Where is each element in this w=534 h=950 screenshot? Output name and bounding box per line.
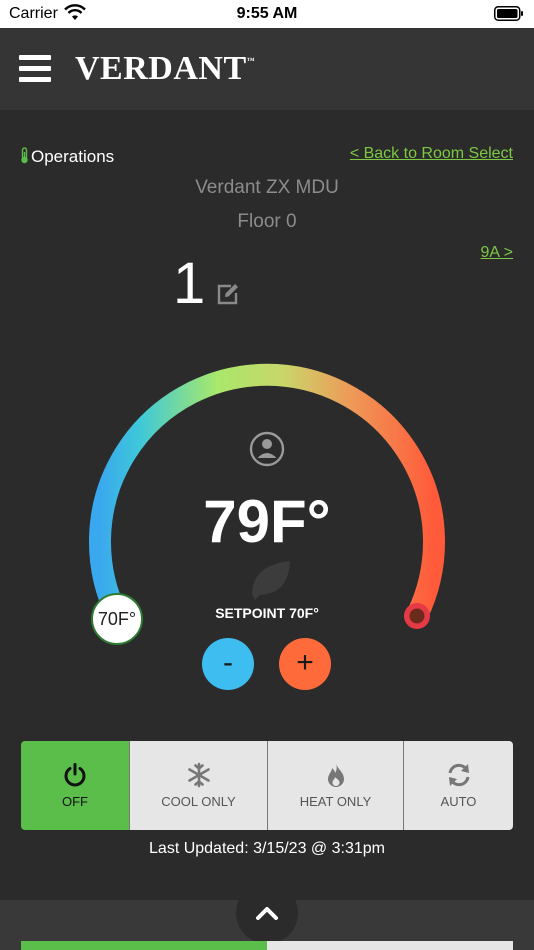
expand-panel-button[interactable]	[236, 882, 298, 944]
mode-auto-button[interactable]: AUTO	[404, 741, 513, 830]
mode-selector: OFF COOL ONLY HEAT ONLY AUTO	[21, 741, 513, 830]
setpoint-knob[interactable]: 70F°	[91, 593, 143, 645]
refresh-icon	[448, 763, 469, 787]
user-icon	[249, 431, 285, 467]
logo-text: VERDANT	[75, 50, 247, 87]
mode-heat-only-button[interactable]: HEAT ONLY	[268, 741, 404, 830]
logo-trademark: ™	[246, 56, 256, 65]
mode-auto-label: AUTO	[440, 794, 477, 809]
clock: 9:55 AM	[236, 5, 298, 22]
increase-setpoint-button[interactable]: +	[279, 638, 331, 690]
mode-off-label: OFF	[62, 794, 88, 809]
mode-cool-only-button[interactable]: COOL ONLY	[130, 741, 268, 830]
verdant-logo: VERDANT™	[75, 50, 255, 88]
mode-cool-label: COOL ONLY	[161, 794, 236, 809]
thermometer-icon	[21, 147, 28, 164]
bottom-tab-active[interactable]	[21, 941, 267, 950]
bottom-tab-inactive[interactable]	[267, 941, 513, 950]
decrease-setpoint-button[interactable]: -	[202, 638, 254, 690]
section-title: Operations	[31, 147, 115, 166]
setpoint-label: SETPOINT 70F°	[215, 605, 319, 621]
mode-off-button[interactable]: OFF	[21, 741, 130, 830]
flame-icon	[327, 763, 344, 787]
current-temperature: 79F°	[203, 488, 331, 555]
last-updated-text: Last Updated: 3/15/23 @ 3:31pm	[149, 840, 385, 857]
snowflake-icon	[187, 762, 210, 788]
building-name: Verdant ZX MDU	[195, 177, 339, 198]
mode-heat-label: HEAT ONLY	[299, 794, 372, 809]
battery-icon	[494, 6, 523, 21]
power-icon	[64, 763, 86, 787]
chevron-up-icon	[256, 907, 278, 920]
eco-leaf-icon	[252, 561, 290, 600]
operations-label: Operations	[20, 147, 114, 167]
room-number: 1	[173, 251, 206, 316]
status-bar: Carrier 9:55 AM	[0, 0, 534, 28]
floor-name: Floor 0	[237, 211, 297, 232]
back-to-room-select-link[interactable]: < Back to Room Select	[350, 145, 513, 163]
hamburger-menu-icon[interactable]	[19, 55, 51, 83]
next-room-link[interactable]: 9A >	[481, 244, 513, 262]
edit-icon[interactable]	[215, 282, 241, 306]
